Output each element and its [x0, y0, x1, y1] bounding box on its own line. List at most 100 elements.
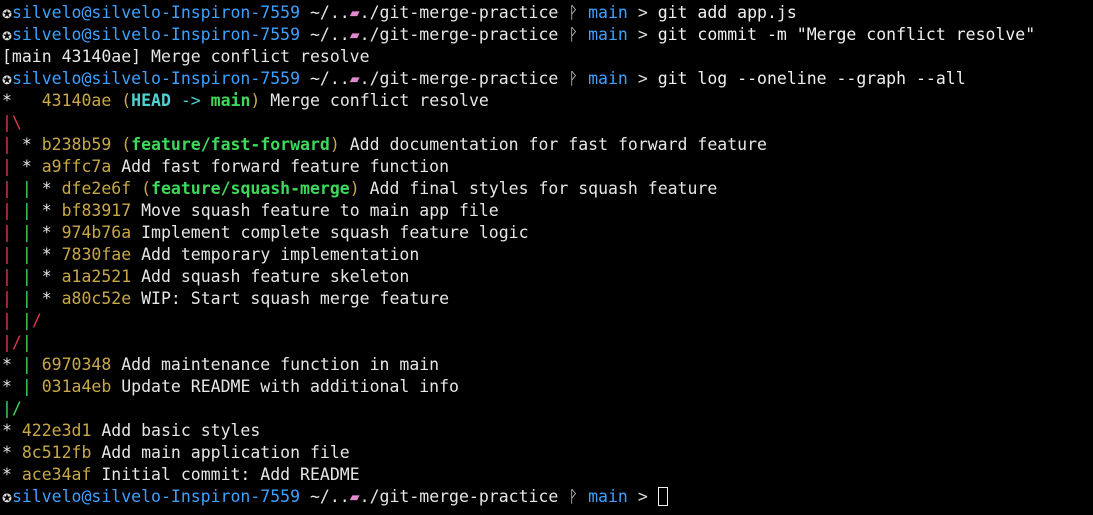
- git-branch-icon: ᚹ: [568, 25, 579, 44]
- commit-hash: 6970348: [41, 355, 112, 374]
- prompt-branch: main: [588, 487, 628, 506]
- prompt-line: ✪silvelo@silvelo-Inspiron-7559 ~/..▰./gi…: [2, 2, 1093, 24]
- commit-hash: a80c52e: [61, 289, 132, 308]
- branch-ref: feature/squash-merge: [151, 179, 350, 198]
- prompt-user-host: silvelo@silvelo-Inspiron-7559: [11, 487, 301, 506]
- folder-icon: ▰: [349, 25, 360, 44]
- commit-message: WIP: Start squash merge feature: [141, 289, 450, 308]
- commit-message: Initial commit: Add README: [101, 465, 360, 484]
- ref-paren-open: (: [121, 91, 132, 110]
- commit-hash: 7830fae: [61, 245, 132, 264]
- commit-message: Add basic styles: [101, 421, 261, 440]
- head-ref: HEAD: [131, 91, 171, 110]
- graph-node: *: [41, 245, 62, 264]
- graph-node: *: [2, 465, 22, 484]
- terminal-cursor[interactable]: [657, 487, 668, 506]
- commit-message: Implement complete squash feature logic: [141, 223, 529, 242]
- log-line: * 43140ae (HEAD -> main) Merge conflict …: [2, 90, 1093, 112]
- graph-node: *: [2, 355, 12, 374]
- ref-paren-open: (: [121, 135, 132, 154]
- prompt-path-prefix: ~/..: [309, 3, 350, 22]
- commit-hash: a9ffc7a: [41, 157, 112, 176]
- prompt-path-suffix: ./git-merge-practice: [359, 25, 559, 44]
- commit-hash: 8c512fb: [21, 443, 92, 462]
- ref-paren-close: ): [250, 91, 261, 110]
- ref-paren-open: (: [141, 179, 152, 198]
- commit-hash: 031a4eb: [41, 377, 112, 396]
- log-line: | | * dfe2e6f (feature/squash-merge) Add…: [2, 179, 718, 198]
- log-line: * 422e3d1 Add basic styles: [2, 420, 1093, 442]
- prompt-line: ✪silvelo@silvelo-Inspiron-7559 ~/..▰./gi…: [2, 486, 1093, 508]
- log-line: * | 031a4eb Update README with additiona…: [2, 377, 459, 396]
- command-text: git add app.js: [657, 3, 797, 22]
- branch-ref: main: [210, 91, 251, 110]
- commit-hash: ace34af: [21, 465, 92, 484]
- graph-node: *: [2, 421, 22, 440]
- log-line: * 8c512fb Add main application file: [2, 442, 1093, 464]
- graph-edge: |/|: [2, 333, 32, 352]
- graph-node: *: [21, 135, 42, 154]
- commit-message: Add squash feature skeleton: [141, 267, 410, 286]
- commit-output: [main 43140ae] Merge conflict resolve: [2, 47, 370, 66]
- prompt-user-host: silvelo@silvelo-Inspiron-7559: [11, 3, 301, 22]
- graph-node: *: [2, 91, 42, 110]
- commit-message: Add main application file: [101, 443, 350, 462]
- ubuntu-circle-icon: ✪: [2, 487, 12, 506]
- prompt-line: ✪silvelo@silvelo-Inspiron-7559 ~/..▰./gi…: [2, 68, 1093, 90]
- prompt-path-prefix: ~/..: [309, 487, 350, 506]
- graph-node: *: [41, 179, 62, 198]
- prompt-path-suffix: ./git-merge-practice: [359, 69, 559, 88]
- git-branch-icon: ᚹ: [568, 69, 579, 88]
- log-line: | | * 7830fae Add temporary implementati…: [2, 245, 420, 264]
- prompt-branch: main: [588, 25, 628, 44]
- graph-node: *: [41, 223, 62, 242]
- commit-message: Add final styles for squash feature: [369, 179, 718, 198]
- commit-hash: dfe2e6f: [61, 179, 132, 198]
- log-line: * ace34af Initial commit: Add README: [2, 464, 1093, 486]
- commit-message: Add documentation for fast forward featu…: [349, 135, 767, 154]
- prompt-branch: main: [588, 69, 628, 88]
- graph-node: *: [41, 201, 62, 220]
- commit-message: Merge conflict resolve: [270, 91, 489, 110]
- commit-hash: bf83917: [61, 201, 132, 220]
- commit-message: Add temporary implementation: [141, 245, 420, 264]
- ubuntu-circle-icon: ✪: [2, 3, 12, 22]
- prompt-line: ✪silvelo@silvelo-Inspiron-7559 ~/..▰./gi…: [2, 24, 1093, 46]
- prompt-arrow: >: [637, 487, 648, 506]
- head-ref-arrow: ->: [180, 91, 201, 110]
- prompt-path-prefix: ~/..: [309, 69, 350, 88]
- graph-node: *: [21, 157, 42, 176]
- commit-hash: b238b59: [41, 135, 112, 154]
- prompt-user-host: silvelo@silvelo-Inspiron-7559: [11, 69, 301, 88]
- commit-message: Add maintenance function in main: [121, 355, 440, 374]
- commit-message: Move squash feature to main app file: [141, 201, 499, 220]
- prompt-path-prefix: ~/..: [309, 25, 350, 44]
- log-line: | | * 974b76a Implement complete squash …: [2, 223, 529, 242]
- prompt-user-host: silvelo@silvelo-Inspiron-7559: [11, 25, 301, 44]
- commit-hash: 974b76a: [61, 223, 132, 242]
- ref-paren-close: ): [329, 135, 340, 154]
- commit-message: Add fast forward feature function: [121, 157, 450, 176]
- ref-paren-close: ): [349, 179, 360, 198]
- graph-node: *: [2, 443, 22, 462]
- commit-hash: 43140ae: [41, 91, 112, 110]
- graph-edge: |/: [2, 399, 22, 418]
- command-text: git commit -m "Merge conflict resolve": [657, 25, 1036, 44]
- prompt-arrow: >: [637, 3, 648, 22]
- terminal-window[interactable]: ✪silvelo@silvelo-Inspiron-7559 ~/..▰./gi…: [2, 2, 1093, 515]
- ubuntu-circle-icon: ✪: [2, 25, 12, 44]
- prompt-path-suffix: ./git-merge-practice: [359, 487, 559, 506]
- log-line: | | * a1a2521 Add squash feature skeleto…: [2, 267, 410, 286]
- graph-node: *: [41, 289, 62, 308]
- folder-icon: ▰: [349, 69, 360, 88]
- graph-node: *: [2, 377, 12, 396]
- commit-hash: a1a2521: [61, 267, 132, 286]
- commit-hash: 422e3d1: [21, 421, 92, 440]
- log-line: | | * bf83917 Move squash feature to mai…: [2, 201, 499, 220]
- prompt-arrow: >: [637, 69, 648, 88]
- prompt-branch: main: [588, 3, 628, 22]
- graph-edge: |\: [2, 113, 22, 132]
- git-branch-icon: ᚹ: [568, 3, 579, 22]
- command-text: git log --oneline --graph --all: [657, 69, 966, 88]
- git-branch-icon: ᚹ: [568, 487, 579, 506]
